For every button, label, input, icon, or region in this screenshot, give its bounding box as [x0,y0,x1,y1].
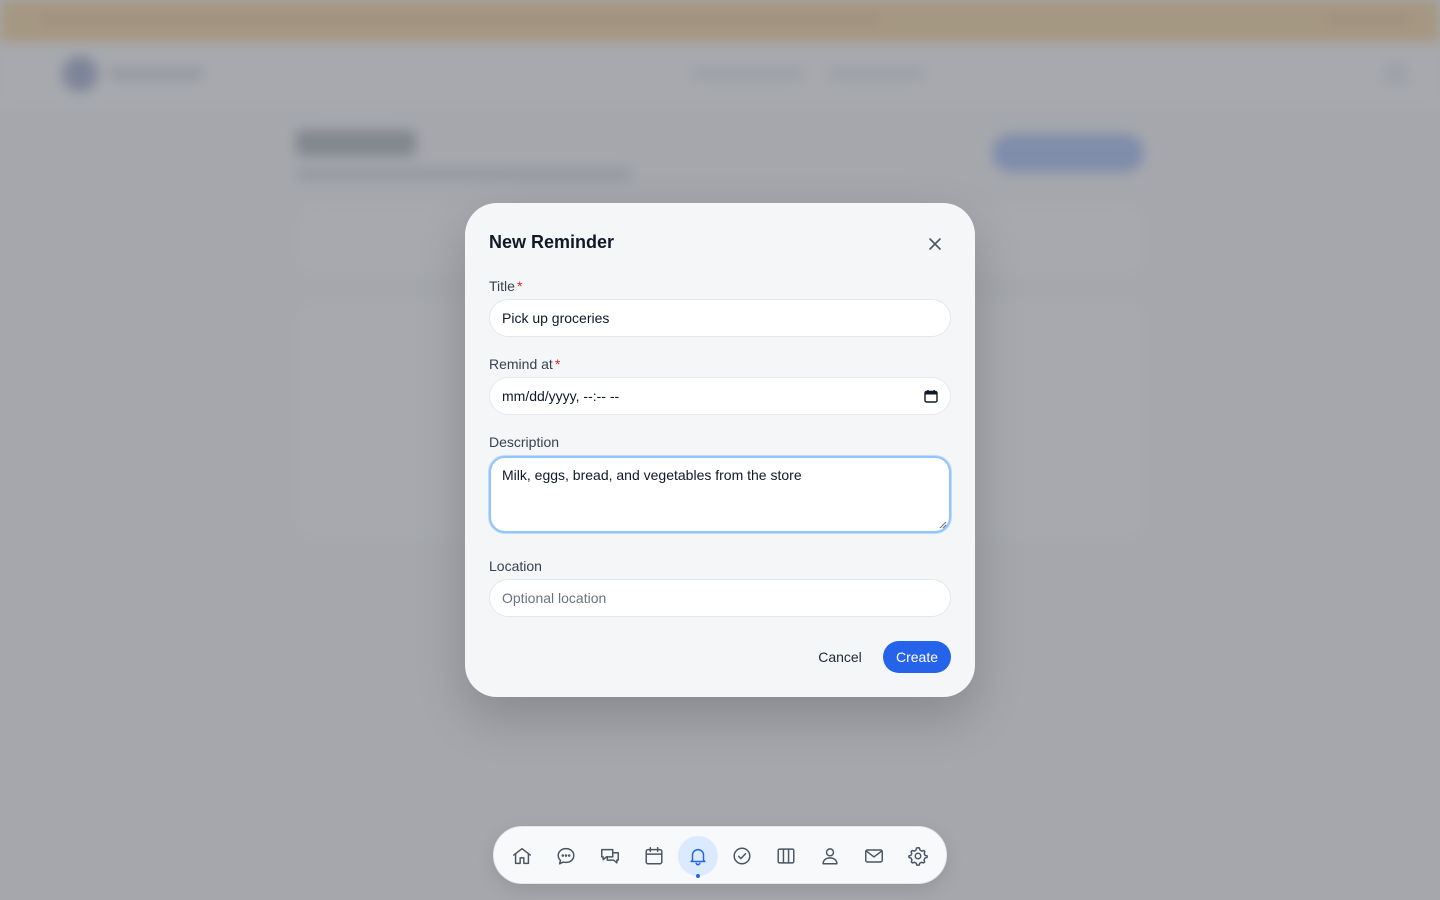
cancel-button[interactable]: Cancel [805,641,875,673]
active-indicator [696,874,700,878]
calendar-icon [645,847,663,865]
dock-item-tasks[interactable] [722,836,762,876]
user-icon [822,848,838,865]
required-marker: * [516,278,523,294]
location-placeholder: Optional location [502,590,607,606]
close-icon [929,238,941,250]
check-circle-icon [733,847,751,865]
remind-at-input[interactable]: mm/dd/yyyy, --:-- -- [489,377,951,415]
new-reminder-dialog: New Reminder Title * Pick up groceries Re… [465,203,975,697]
description-textarea[interactable]: Milk, eggs, bread, and vegetables from t… [489,456,951,533]
dock-item-messages[interactable] [590,836,630,876]
dock-item-calendar[interactable] [634,836,674,876]
title-label: Title * [489,278,523,294]
dock-item-contacts[interactable] [810,836,850,876]
dialog-title: New Reminder [489,232,615,252]
bell-icon [690,848,706,866]
dock-item-chat[interactable] [546,836,586,876]
app-dock [493,826,947,884]
dock-item-board[interactable] [766,836,806,876]
dock-item-settings[interactable] [898,836,938,876]
messages-icon [601,848,619,864]
dock-item-mail[interactable] [854,836,894,876]
mail-icon [865,849,883,863]
calendar-picker-icon[interactable] [924,389,938,403]
close-button[interactable] [925,234,945,254]
required-marker: * [554,356,561,372]
gear-icon [908,847,928,866]
chat-bubble-icon [557,847,575,865]
location-label: Location [489,558,542,574]
location-input[interactable]: Optional location [489,579,951,617]
description-label: Description [489,434,560,450]
dock-item-reminders[interactable] [678,836,718,876]
create-button[interactable]: Create [883,641,951,673]
remind-at-label: Remind at * [489,356,561,372]
columns-icon [777,848,795,864]
dock-item-home[interactable] [502,836,542,876]
resize-handle[interactable] [939,521,947,529]
home-icon [513,847,531,865]
title-input[interactable]: Pick up groceries [489,299,951,337]
